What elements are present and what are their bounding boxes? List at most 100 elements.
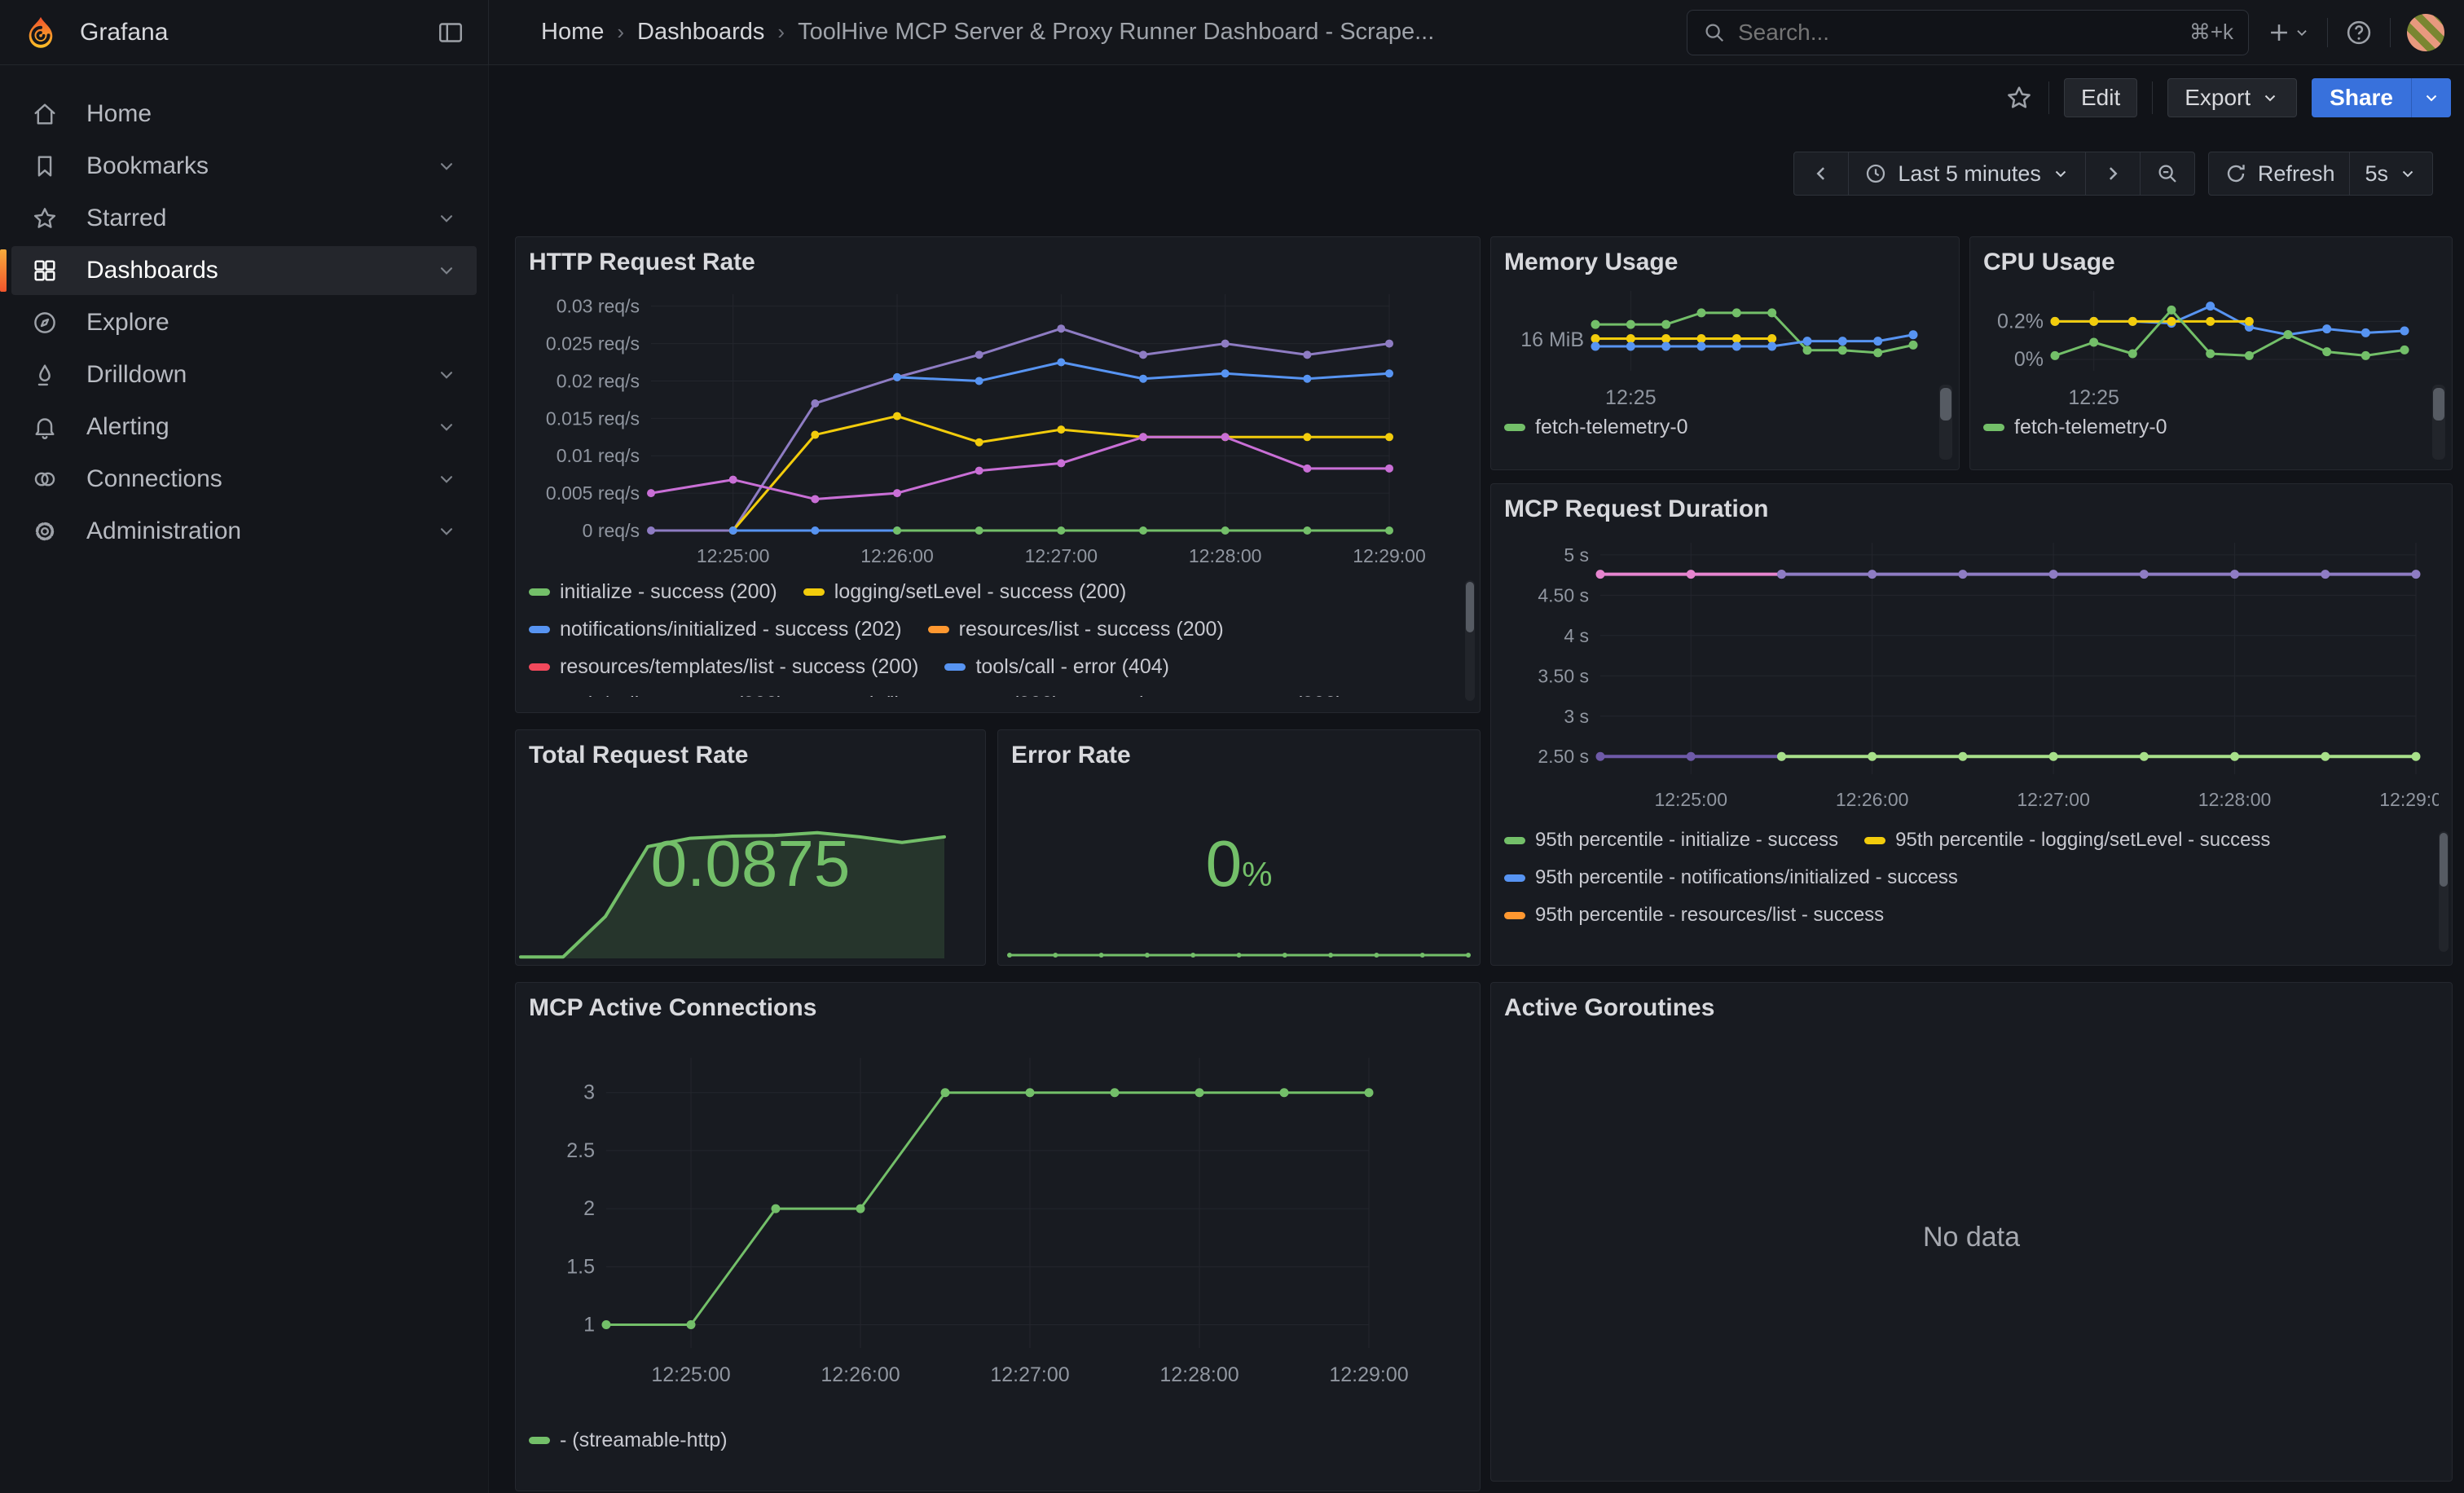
http-request-rate-chart[interactable]: 0 req/s0.005 req/s0.01 req/s0.015 req/s0… xyxy=(529,278,1467,573)
sidebar-item-bookmarks[interactable]: Bookmarks xyxy=(11,142,477,191)
panel-title[interactable]: CPU Usage xyxy=(1983,249,2439,276)
legend-item[interactable]: 95th percentile - notifications/initiali… xyxy=(1504,866,1958,889)
no-data-message: No data xyxy=(1491,1222,2452,1253)
panel-title[interactable]: Error Rate xyxy=(1011,742,1467,769)
legend-label: resources/list - success (200) xyxy=(959,618,1224,641)
sidebar-item-administration[interactable]: Administration xyxy=(11,507,477,556)
nav-right-section: ⌘+k xyxy=(1687,10,2464,55)
legend-row: 95th percentile - resources/templates/li… xyxy=(1504,934,2405,944)
panel-title[interactable]: Active Goroutines xyxy=(1504,994,2439,1022)
sidebar-item-starred[interactable]: Starred xyxy=(11,194,477,243)
legend-item[interactable]: 95th percentile - resources/list - succe… xyxy=(1504,904,1884,927)
legend-scrollbar[interactable] xyxy=(1939,385,1952,460)
refresh-icon xyxy=(2224,161,2248,186)
mcp-active-connections-chart[interactable]: 11.522.5312:25:0012:26:0012:27:0012:28:0… xyxy=(529,1024,1467,1413)
legend-item[interactable]: initialize - success (200) xyxy=(529,580,777,604)
svg-text:12:29:00: 12:29:00 xyxy=(1329,1363,1408,1386)
panel-title[interactable]: HTTP Request Rate xyxy=(529,249,1467,276)
legend-item[interactable]: unknown - success (200) xyxy=(1085,693,1343,698)
http-legend: initialize - success (200) logging/setLev… xyxy=(529,573,1467,697)
panel-http-request-rate: HTTP Request Rate 0 req/s0.005 req/s0.01… xyxy=(515,236,1481,713)
legend-item[interactable]: 95th percentile - resources/templates/li… xyxy=(1504,941,1974,944)
legend-item[interactable]: tools/call - success (200) xyxy=(529,693,784,698)
sidebar-item-alerting[interactable]: Alerting xyxy=(11,403,477,451)
panel-title[interactable]: Total Request Rate xyxy=(529,742,972,769)
legend-color-dash xyxy=(1983,424,2004,431)
legend-label: resources/templates/list - success (200) xyxy=(560,655,918,679)
mcp-request-duration-chart[interactable]: 5 s4.50 s4 s3.50 s3 s2.50 s12:25:0012:26… xyxy=(1504,525,2439,821)
panel-title[interactable]: MCP Active Connections xyxy=(529,994,1467,1022)
refresh-interval-picker[interactable]: 5s xyxy=(2349,152,2433,196)
sidebar-toggle-icon[interactable] xyxy=(436,18,465,47)
chevron-down-icon xyxy=(436,364,457,385)
mcp-active-connections-svg[interactable]: 11.522.5312:25:0012:26:0012:27:0012:28:0… xyxy=(529,1024,1467,1413)
share-options-button[interactable] xyxy=(2411,78,2451,117)
legend-item[interactable]: tools/list - success (200) xyxy=(810,693,1059,698)
legend-row: 95th percentile - initialize - success 95… xyxy=(1504,821,2405,859)
favorite-star-button[interactable] xyxy=(2004,83,2034,112)
legend-item[interactable]: fetch-telemetry-0 xyxy=(1504,416,1688,439)
panel-mcp-active-connections: MCP Active Connections 11.522.5312:25:00… xyxy=(515,982,1481,1491)
memory-usage-chart[interactable]: 16 MiB12:25 xyxy=(1504,278,1946,408)
add-new-button[interactable] xyxy=(2265,19,2311,46)
chevron-down-icon xyxy=(2398,164,2418,183)
panel-title[interactable]: MCP Request Duration xyxy=(1504,495,2439,523)
sidebar-item-connections[interactable]: Connections xyxy=(11,455,477,504)
legend-label: notifications/initialized - success (202… xyxy=(560,618,902,641)
legend-color-dash xyxy=(1504,874,1525,882)
legend-item[interactable]: - (streamable-http) xyxy=(529,1429,728,1452)
mcp-request-duration-svg[interactable]: 5 s4.50 s4 s3.50 s3 s2.50 s12:25:0012:26… xyxy=(1504,525,2439,821)
legend-item[interactable]: logging/setLevel - success (200) xyxy=(803,580,1127,604)
error-rate-sparkline[interactable] xyxy=(1005,926,1473,962)
edit-button[interactable]: Edit xyxy=(2064,78,2137,117)
cpu-usage-svg[interactable]: 0.2%0%12:25 xyxy=(1983,278,2439,408)
legend-label: 95th percentile - logging/setLevel - suc… xyxy=(1895,829,2270,852)
legend-item[interactable]: resources/templates/list - success (200) xyxy=(529,655,918,679)
legend-scrollbar[interactable] xyxy=(1465,580,1475,701)
svg-text:0.02 req/s: 0.02 req/s xyxy=(557,370,640,391)
gear-icon xyxy=(31,517,59,545)
time-shift-forward-button[interactable] xyxy=(2085,152,2141,196)
panel-title[interactable]: Memory Usage xyxy=(1504,249,1946,276)
legend-item[interactable]: tools/call - error (404) xyxy=(944,655,1169,679)
cpu-usage-chart[interactable]: 0.2%0%12:25 xyxy=(1983,278,2439,408)
legend-item[interactable]: 95th percentile - logging/setLevel - suc… xyxy=(1864,829,2270,852)
time-shift-back-button[interactable] xyxy=(1793,152,1849,196)
search-box[interactable]: ⌘+k xyxy=(1687,10,2249,55)
breadcrumb-dashboards[interactable]: Dashboards xyxy=(637,19,764,46)
error-rate-suffix: % xyxy=(1242,855,1272,893)
refresh-button[interactable]: Refresh xyxy=(2208,152,2351,196)
share-button-label: Share xyxy=(2330,85,2393,111)
refresh-label: Refresh xyxy=(2258,161,2335,187)
time-range-picker[interactable]: Last 5 minutes xyxy=(1848,152,2086,196)
sidebar-item-list: HomeBookmarksStarredDashboardsExploreDri… xyxy=(0,90,488,556)
export-button[interactable]: Export xyxy=(2167,78,2297,117)
cpu-legend: fetch-telemetry-0 xyxy=(1983,408,2439,460)
legend-color-dash xyxy=(1504,424,1525,431)
sidebar-item-explore[interactable]: Explore xyxy=(11,298,477,347)
breadcrumb-home[interactable]: Home xyxy=(541,19,604,46)
legend-row: 95th percentile - notifications/initiali… xyxy=(1504,859,2405,896)
share-button[interactable]: Share xyxy=(2312,78,2411,117)
search-input[interactable] xyxy=(1738,20,2178,46)
sidebar-item-drilldown[interactable]: Drilldown xyxy=(11,350,477,399)
error-rate-spark-svg[interactable] xyxy=(1005,926,1473,962)
sidebar-item-dashboards[interactable]: Dashboards xyxy=(11,246,477,295)
legend-color-dash xyxy=(529,1437,550,1444)
zoom-out-button[interactable] xyxy=(2140,152,2195,196)
legend-item[interactable]: resources/list - success (200) xyxy=(928,618,1224,641)
time-range-label: Last 5 minutes xyxy=(1898,161,2041,187)
legend-scrollbar[interactable] xyxy=(2439,831,2449,952)
http-request-rate-svg[interactable]: 0 req/s0.005 req/s0.01 req/s0.015 req/s0… xyxy=(529,278,1467,573)
legend-label: unknown - success (200) xyxy=(1116,693,1343,698)
legend-item[interactable]: 95th percentile - initialize - success xyxy=(1504,829,1838,852)
legend-color-dash xyxy=(1504,837,1525,844)
legend-scrollbar[interactable] xyxy=(2432,385,2445,460)
memory-usage-svg[interactable]: 16 MiB12:25 xyxy=(1504,278,1946,408)
help-button[interactable] xyxy=(2344,18,2374,47)
legend-item[interactable]: fetch-telemetry-0 xyxy=(1983,416,2167,439)
legend-item[interactable]: notifications/initialized - success (202… xyxy=(529,618,902,641)
user-avatar[interactable] xyxy=(2407,14,2444,51)
sidebar-item-home[interactable]: Home xyxy=(11,90,477,139)
grafana-logo-icon[interactable] xyxy=(23,15,59,51)
